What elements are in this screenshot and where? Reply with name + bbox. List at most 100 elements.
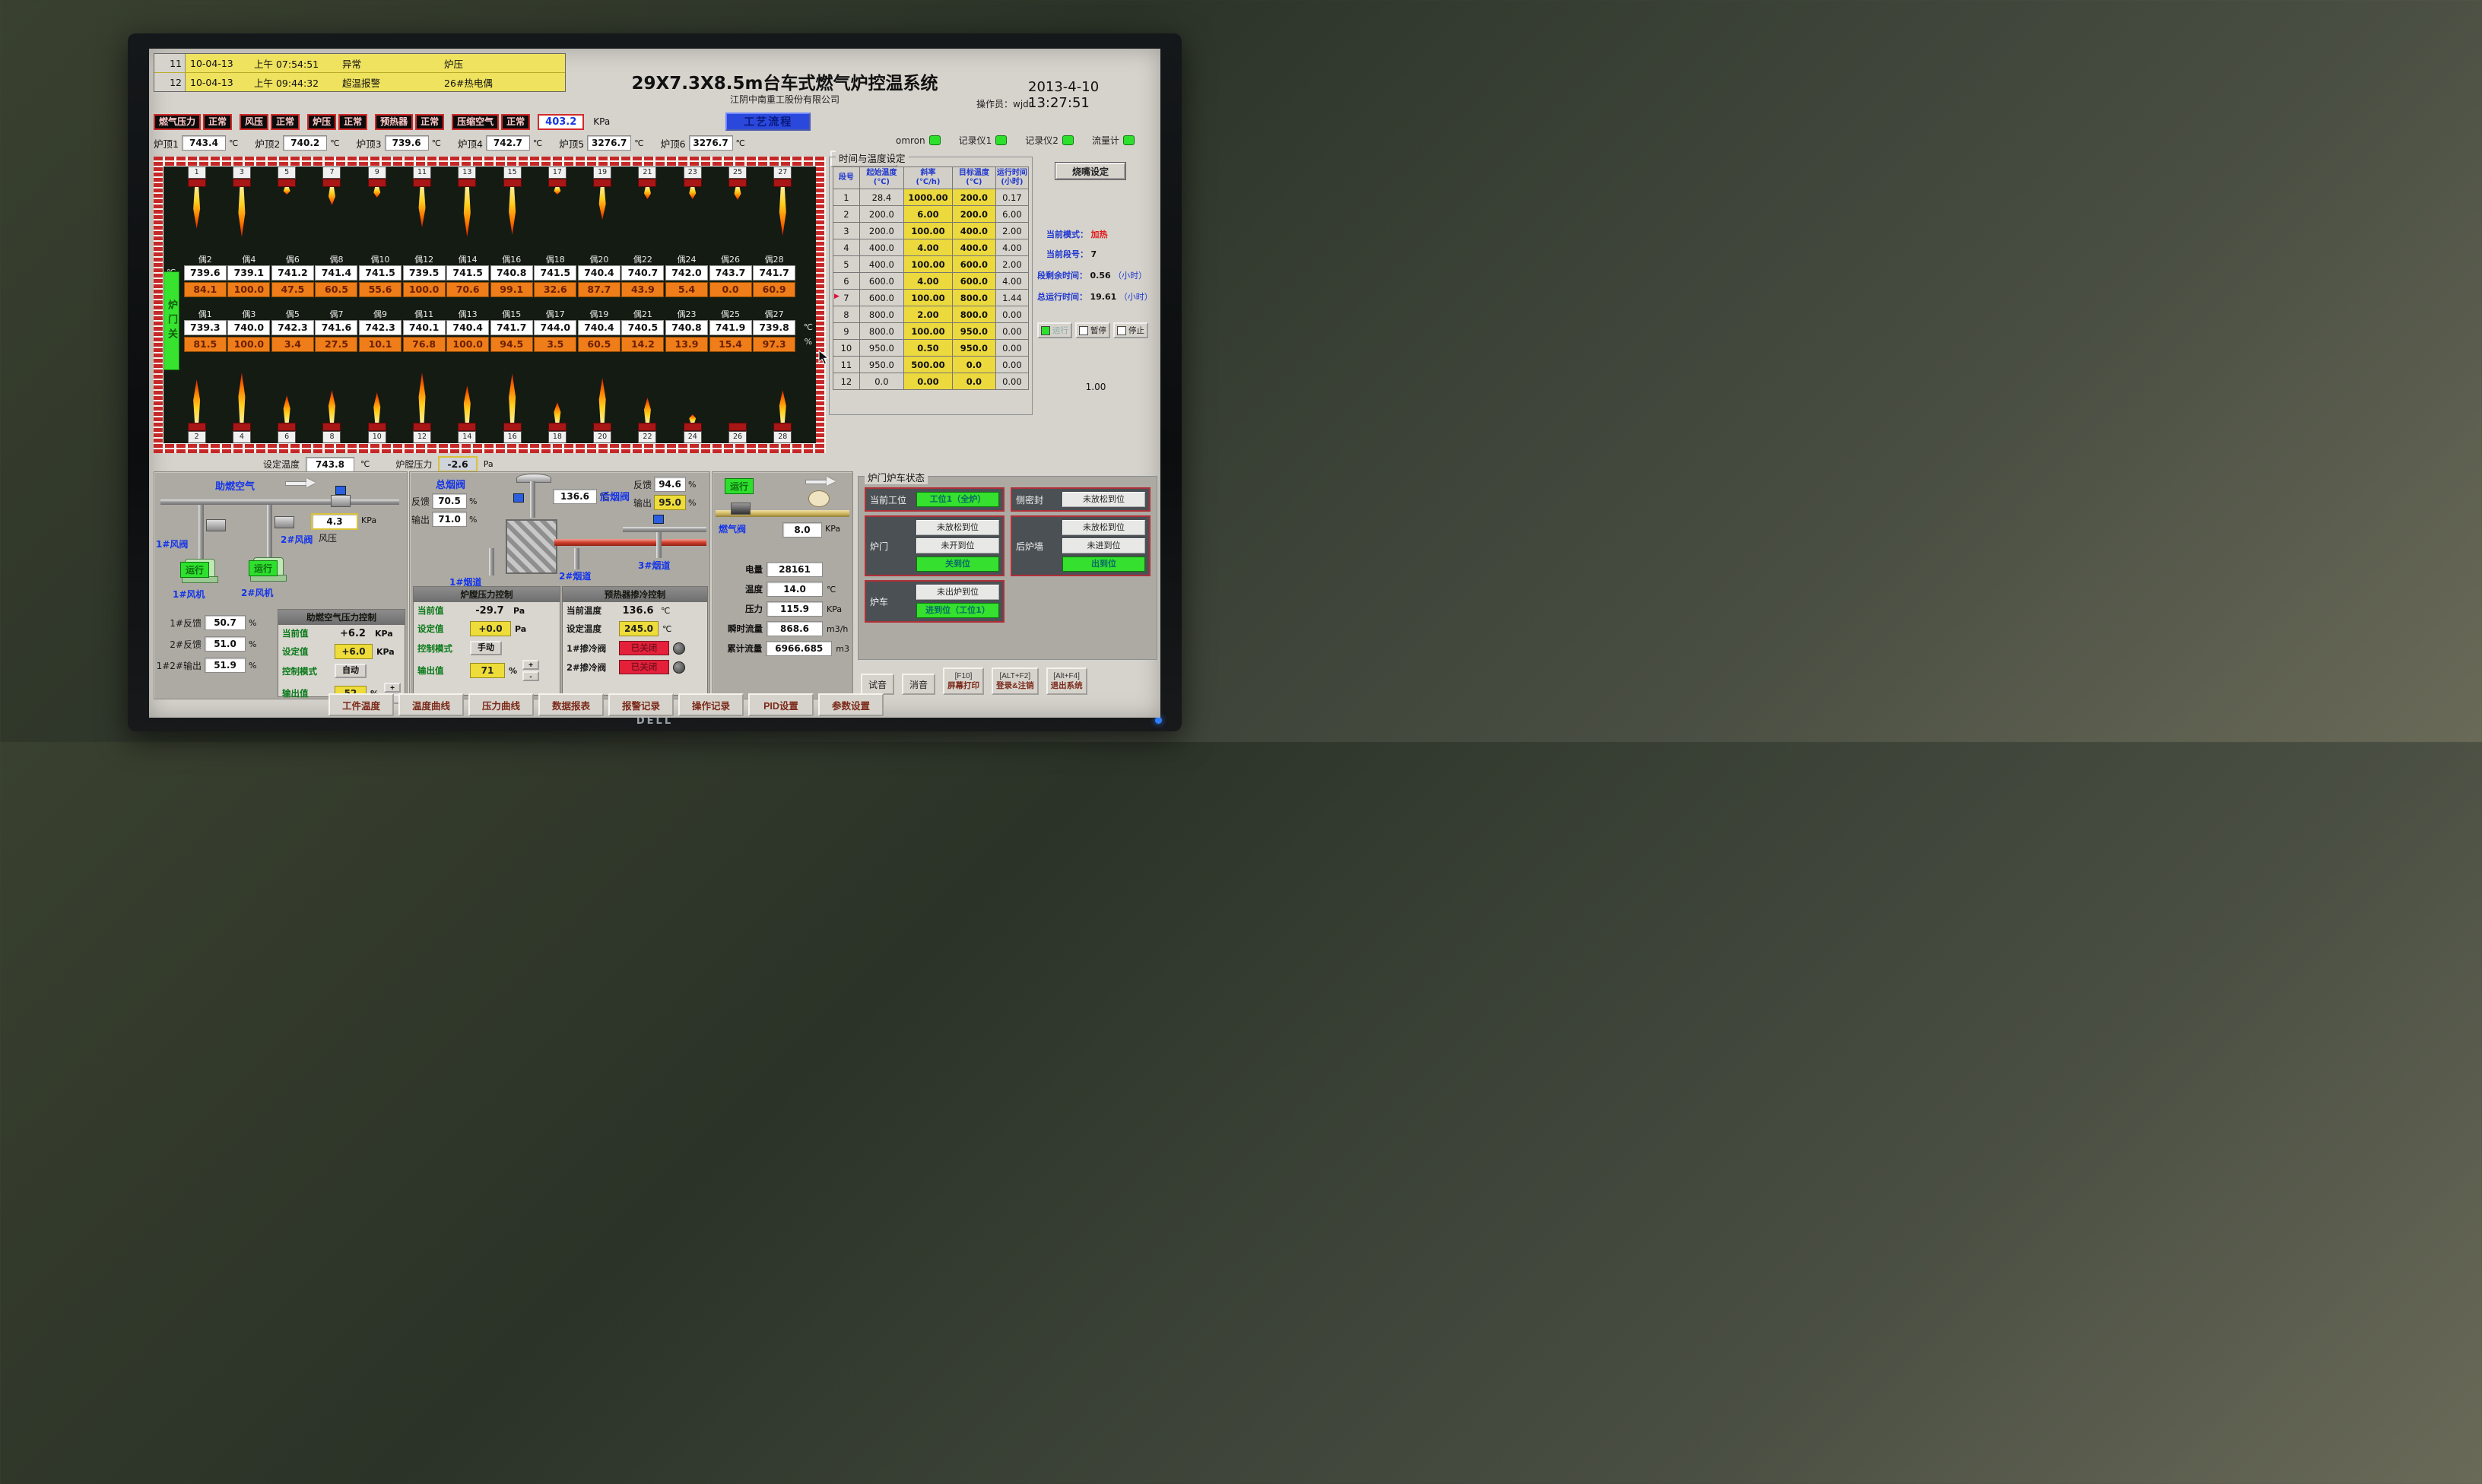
schedule-row[interactable]: 6600.04.00600.04.00 — [833, 273, 1029, 290]
indicator-label: omron — [896, 135, 925, 146]
alarm-row[interactable]: 1210-04-13上午 09:44:32超温报警26#热电偶 — [154, 73, 565, 91]
slope[interactable]: 2.00 — [903, 306, 952, 323]
valve2-knob-icon[interactable] — [673, 661, 685, 674]
burner-settings-button[interactable]: 烧嘴设定 — [1055, 163, 1125, 179]
target-temp[interactable]: 600.0 — [952, 256, 995, 273]
stop-button[interactable]: 停止 — [1113, 322, 1148, 338]
gas-pressure-unit: KPa — [825, 524, 840, 534]
nav-operation-record[interactable]: 操作记录 — [678, 693, 744, 716]
thermocouple-temp: 739.1 — [227, 265, 270, 281]
status-state: 正常 — [338, 114, 367, 130]
thermocouple-output-pct: 87.7 — [578, 282, 620, 297]
nav-pid-settings[interactable]: PID设置 — [748, 693, 814, 716]
temp-value: 3276.7 — [689, 135, 733, 151]
thermocouple-output-pct: 47.5 — [271, 282, 314, 297]
run-hours: 0.00 — [995, 357, 1028, 373]
set-value-input[interactable]: +0.0 — [470, 621, 511, 636]
schedule-row[interactable]: 11950.0500.000.00.00 — [833, 357, 1029, 373]
target-temp[interactable]: 800.0 — [952, 290, 995, 306]
exit-system-button[interactable]: [Alt+F4]退出系统 — [1046, 667, 1087, 695]
burner-number-tag: 27 — [773, 166, 792, 179]
segment-number: 1 — [833, 189, 860, 206]
target-temp[interactable]: 950.0 — [952, 340, 995, 357]
thermocouple-readout: 偶9742.310.1 — [359, 309, 402, 352]
slope[interactable]: 0.00 — [903, 373, 952, 390]
slope[interactable]: 4.00 — [903, 273, 952, 290]
segment-number-text: 12 — [841, 376, 852, 387]
process-flow-button[interactable]: 工艺流程 — [725, 113, 811, 131]
nav-alarm-record[interactable]: 报警记录 — [608, 693, 674, 716]
target-temp[interactable]: 600.0 — [952, 273, 995, 290]
thermocouple-readout: 偶26743.70.0 — [709, 255, 752, 297]
valve1-knob-icon[interactable] — [673, 642, 685, 655]
schedule-row[interactable]: 2200.06.00200.06.00 — [833, 206, 1029, 223]
slope[interactable]: 100.00 — [903, 223, 952, 239]
nav-data-report[interactable]: 数据报表 — [538, 693, 604, 716]
nav-pressure-curve[interactable]: 压力曲线 — [468, 693, 534, 716]
plus-button[interactable]: + — [384, 683, 401, 693]
slope[interactable]: 100.00 — [903, 290, 952, 306]
schedule-table[interactable]: 段号起始温度 (℃)斜率 (℃/h)目标温度 (℃)运行时间 (小时)128.4… — [833, 166, 1029, 390]
schedule-row[interactable]: 3200.0100.00400.02.00 — [833, 223, 1029, 239]
current-segment-line: 当前段号： 7 — [1046, 248, 1097, 260]
sound-test-button[interactable]: 试音 — [861, 674, 894, 695]
target-temp[interactable]: 0.0 — [952, 357, 995, 373]
slope[interactable]: 6.00 — [903, 206, 952, 223]
slope[interactable]: 100.00 — [903, 323, 952, 340]
slope[interactable]: 0.50 — [903, 340, 952, 357]
thermocouple-readout: 偶2739.684.1 — [184, 255, 227, 297]
slope[interactable]: 500.00 — [903, 357, 952, 373]
slope[interactable]: 4.00 — [903, 239, 952, 256]
schedule-row[interactable]: 10950.00.50950.00.00 — [833, 340, 1029, 357]
target-temp[interactable]: 800.0 — [952, 306, 995, 323]
target-temp[interactable]: 400.0 — [952, 239, 995, 256]
run-checkbox — [1041, 326, 1050, 335]
nav-temp-curve[interactable]: 温度曲线 — [398, 693, 464, 716]
nav-workpiece-temp[interactable]: 工件温度 — [328, 693, 394, 716]
target-temp[interactable]: 200.0 — [952, 189, 995, 206]
target-temp[interactable]: 200.0 — [952, 206, 995, 223]
target-temp[interactable]: 0.0 — [952, 373, 995, 390]
schedule-row[interactable]: 128.41000.00200.00.17 — [833, 189, 1029, 206]
slope[interactable]: 1000.00 — [903, 189, 952, 206]
alarm-time: 上午 07:54:51 — [249, 54, 338, 72]
alarm-row[interactable]: 1110-04-13上午 07:54:51异常炉压 — [154, 54, 565, 73]
device-indicator: 流量计 — [1092, 134, 1135, 147]
burner-number-tag: 24 — [684, 431, 702, 443]
minus-button[interactable]: - — [522, 671, 539, 681]
alarm-date: 10-04-13 — [186, 54, 249, 72]
schedule-row[interactable]: 8800.02.00800.00.00 — [833, 306, 1029, 323]
burner-nozzle-icon — [638, 423, 656, 431]
plus-button[interactable]: + — [522, 660, 539, 670]
control-mode-button[interactable]: 自动 — [335, 664, 367, 678]
nav-parameter-settings[interactable]: 参数设置 — [818, 693, 884, 716]
run-hours: 0.00 — [995, 373, 1028, 390]
schedule-row[interactable]: ▶7600.0100.00800.01.44 — [833, 290, 1029, 306]
gas-panel: 运行 燃气阀 8.0 KPa 电量28161温度14.0℃压力115.9KPa瞬… — [712, 471, 853, 699]
set-value-input[interactable]: +6.0 — [335, 644, 373, 659]
metering-value: 28161 — [766, 562, 823, 577]
alarm-list[interactable]: 1110-04-13上午 07:54:51异常炉压1210-04-13上午 09… — [154, 53, 566, 92]
login-logout-button[interactable]: [ALT+F2]登录&注销 — [992, 667, 1039, 695]
slope[interactable]: 100.00 — [903, 256, 952, 273]
thermocouple-label: 偶28 — [765, 255, 784, 265]
schedule-row[interactable]: 9800.0100.00950.00.00 — [833, 323, 1029, 340]
burner-number-tag: 26 — [728, 431, 747, 443]
target-temp[interactable]: 950.0 — [952, 323, 995, 340]
fan2-pipe — [267, 505, 272, 560]
pause-button[interactable]: 暂停 — [1075, 322, 1110, 338]
set-temp-input[interactable]: 245.0 — [619, 621, 659, 636]
rear-flue-pipe — [623, 527, 706, 532]
thermocouple-output-pct: 0.0 — [709, 282, 752, 297]
schedule-row[interactable]: 4400.04.00400.04.00 — [833, 239, 1029, 256]
schedule-row[interactable]: 120.00.000.00.00 — [833, 373, 1029, 390]
screen-print-button[interactable]: [F10]屏幕打印 — [943, 667, 984, 695]
schedule-row[interactable]: 5400.0100.00600.02.00 — [833, 256, 1029, 273]
run-button[interactable]: 运行 — [1037, 322, 1072, 338]
thermocouple-label: 偶2 — [198, 255, 212, 265]
mute-button[interactable]: 消音 — [902, 674, 935, 695]
control-mode-button[interactable]: 手动 — [470, 641, 502, 655]
thermocouple-label: 偶9 — [373, 309, 387, 320]
segment-remaining-label: 段剩余时间： — [1037, 271, 1087, 281]
target-temp[interactable]: 400.0 — [952, 223, 995, 239]
